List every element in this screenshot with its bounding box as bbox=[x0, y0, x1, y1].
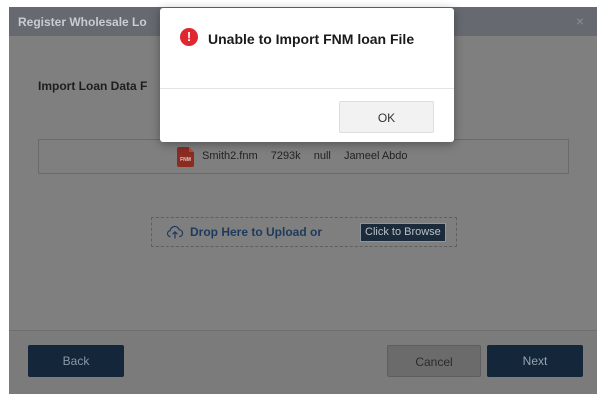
close-icon[interactable]: × bbox=[573, 14, 587, 28]
cancel-button[interactable]: Cancel bbox=[387, 345, 481, 377]
file-icon-label: FNM bbox=[180, 157, 191, 163]
alert-title: Unable to Import FNM loan File bbox=[208, 31, 415, 47]
browse-button[interactable]: Click to Browse bbox=[360, 223, 446, 242]
modal-footer: Back Cancel Next bbox=[9, 330, 597, 394]
ok-button[interactable]: OK bbox=[339, 101, 434, 133]
next-button[interactable]: Next bbox=[487, 345, 583, 377]
drop-label: Drop Here to Upload or bbox=[190, 225, 323, 239]
fnm-file-icon: FNM bbox=[177, 147, 194, 167]
file-owner: Jameel Abdo bbox=[343, 150, 408, 162]
file-size: 7293k bbox=[270, 150, 301, 162]
modal-title: Register Wholesale Lo bbox=[18, 15, 147, 29]
error-alert-dialog: ! Unable to Import FNM loan File OK bbox=[160, 8, 454, 142]
alert-divider bbox=[160, 88, 454, 89]
import-subtitle: Import Loan Data F bbox=[38, 79, 148, 93]
file-name: Smith2.fnm bbox=[202, 150, 258, 162]
file-row[interactable]: FNM Smith2.fnm 7293k null Jameel Abdo bbox=[38, 139, 569, 174]
file-details: Smith2.fnm 7293k null Jameel Abdo bbox=[202, 150, 418, 162]
drop-zone[interactable]: Drop Here to Upload or Click to Browse bbox=[151, 217, 457, 247]
file-status: null bbox=[313, 150, 331, 162]
cloud-upload-icon bbox=[166, 225, 184, 239]
back-button[interactable]: Back bbox=[28, 345, 124, 377]
